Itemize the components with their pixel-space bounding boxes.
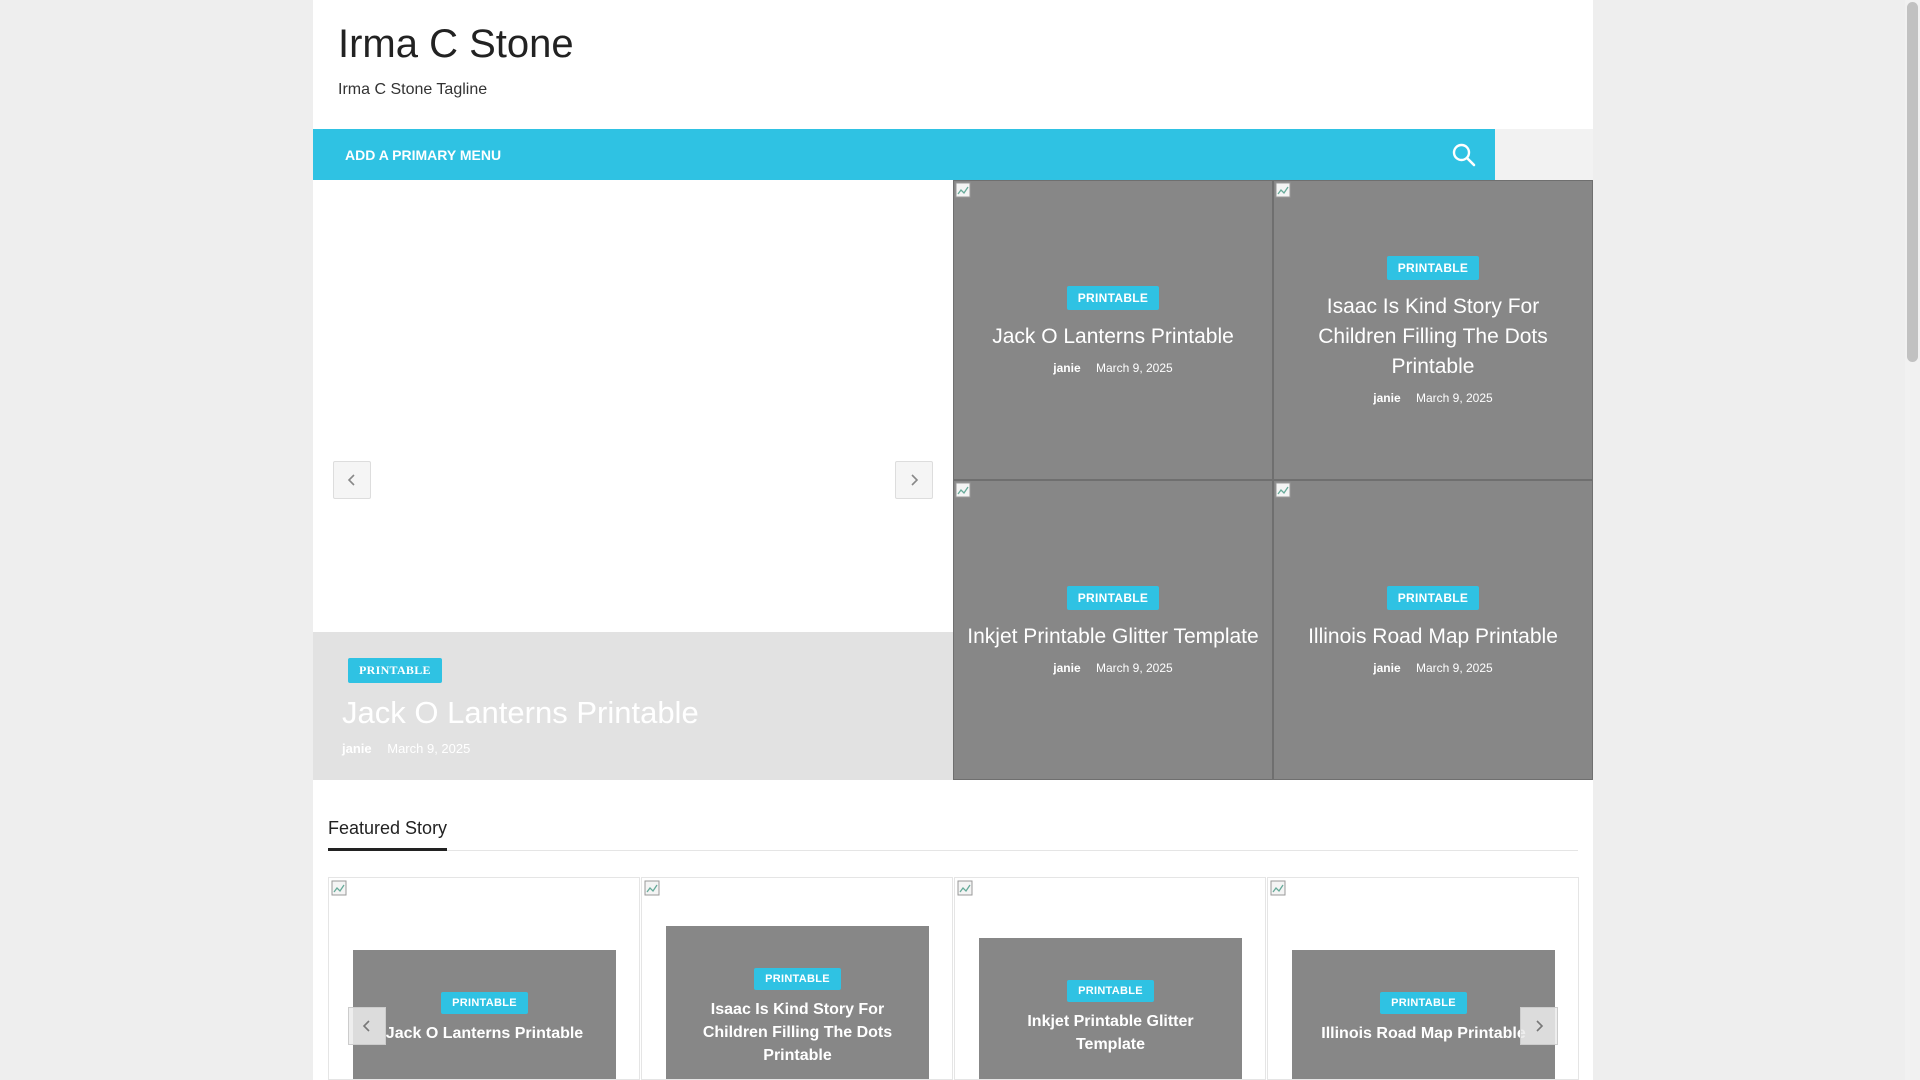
- featured-card-3[interactable]: PRINTABLE Inkjet Printable Glitter Templ…: [954, 877, 1266, 1080]
- chevron-right-icon: [1536, 1020, 1544, 1032]
- featured-card-4[interactable]: PRINTABLE Illinois Road Map Printable: [1267, 877, 1579, 1080]
- category-badge[interactable]: PRINTABLE: [441, 992, 528, 1014]
- post-date[interactable]: March 9, 2025: [387, 741, 470, 756]
- post-date[interactable]: March 9, 2025: [1416, 661, 1493, 675]
- category-badge[interactable]: PRINTABLE: [1386, 255, 1480, 280]
- post-title[interactable]: Jack O Lanterns Printable: [992, 322, 1234, 352]
- slider-category: PRINTABLE: [348, 658, 442, 683]
- post-date[interactable]: March 9, 2025: [1096, 361, 1173, 375]
- featured-card-1[interactable]: PRINTABLE Jack O Lanterns Printable: [328, 877, 640, 1080]
- post-title[interactable]: Jack O Lanterns Printable: [367, 1022, 602, 1045]
- featured-panel: PRINTABLE Jack O Lanterns Printable: [353, 950, 616, 1079]
- post-meta: janie March 9, 2025: [1373, 391, 1492, 405]
- broken-image-icon: [1270, 880, 1286, 896]
- broken-image-icon: [644, 880, 660, 896]
- featured-next-button[interactable]: [1520, 1007, 1558, 1045]
- scrollbar-thumb[interactable]: [1907, 2, 1918, 362]
- category-badge[interactable]: PRINTABLE: [1066, 285, 1160, 310]
- slider-next-button[interactable]: [895, 461, 933, 499]
- category-badge[interactable]: PRINTABLE: [348, 658, 442, 683]
- post-title[interactable]: Illinois Road Map Printable: [1306, 1022, 1541, 1045]
- post-title[interactable]: Isaac Is Kind Story For Children Filling…: [1286, 292, 1580, 382]
- search-icon[interactable]: [1451, 142, 1477, 168]
- navbar-filler: [1495, 129, 1593, 180]
- featured-panel: PRINTABLE Inkjet Printable Glitter Templ…: [979, 938, 1242, 1079]
- post-date[interactable]: March 9, 2025: [1416, 391, 1493, 405]
- category-badge[interactable]: PRINTABLE: [1066, 585, 1160, 610]
- page-container: Irma C Stone Irma C Stone Tagline ADD A …: [313, 0, 1593, 1080]
- post-meta: janie March 9, 2025: [1053, 661, 1172, 675]
- heading-underline: [328, 848, 447, 851]
- post-date[interactable]: March 9, 2025: [1096, 661, 1173, 675]
- chevron-right-icon: [911, 474, 919, 486]
- category-badge[interactable]: PRINTABLE: [1386, 585, 1480, 610]
- post-title[interactable]: Inkjet Printable Glitter Template: [967, 622, 1258, 652]
- category-badge[interactable]: PRINTABLE: [1380, 992, 1467, 1014]
- post-author[interactable]: janie: [342, 741, 372, 756]
- section-divider: [328, 850, 1578, 851]
- broken-image-icon: [957, 880, 973, 896]
- category-badge[interactable]: PRINTABLE: [1067, 980, 1154, 1002]
- chevron-left-icon: [347, 474, 355, 486]
- primary-navbar: ADD A PRIMARY MENU: [313, 129, 1495, 180]
- post-title[interactable]: Isaac Is Kind Story For Children Filling…: [680, 998, 915, 1067]
- grid-post-1[interactable]: PRINTABLE Jack O Lanterns Printable jani…: [953, 180, 1273, 480]
- grid-post-4[interactable]: PRINTABLE Illinois Road Map Printable ja…: [1273, 480, 1593, 780]
- post-meta: janie March 9, 2025: [1053, 361, 1172, 375]
- site-title[interactable]: Irma C Stone: [338, 22, 574, 67]
- featured-heading: Featured Story: [328, 818, 448, 838]
- featured-card-2[interactable]: PRINTABLE Isaac Is Kind Story For Childr…: [641, 877, 953, 1080]
- post-title[interactable]: Inkjet Printable Glitter Template: [993, 1010, 1228, 1056]
- featured-panel: PRINTABLE Illinois Road Map Printable: [1292, 950, 1555, 1079]
- add-primary-menu-link[interactable]: ADD A PRIMARY MENU: [345, 147, 501, 163]
- grid-post-3[interactable]: PRINTABLE Inkjet Printable Glitter Templ…: [953, 480, 1273, 780]
- slider-meta: janie March 9, 2025: [342, 741, 470, 756]
- slider-prev-button[interactable]: [333, 461, 371, 499]
- slider-title[interactable]: Jack O Lanterns Printable: [342, 695, 699, 731]
- post-author[interactable]: janie: [1053, 361, 1080, 375]
- grid-post-2[interactable]: PRINTABLE Isaac Is Kind Story For Childr…: [1273, 180, 1593, 480]
- broken-image-icon: [331, 880, 347, 896]
- post-meta: janie March 9, 2025: [1373, 661, 1492, 675]
- post-author[interactable]: janie: [1373, 391, 1400, 405]
- chevron-left-icon: [362, 1020, 370, 1032]
- featured-panel: PRINTABLE Isaac Is Kind Story For Childr…: [666, 926, 929, 1079]
- post-title[interactable]: Illinois Road Map Printable: [1308, 622, 1558, 652]
- site-tagline: Irma C Stone Tagline: [338, 81, 488, 98]
- post-author[interactable]: janie: [1053, 661, 1080, 675]
- post-author[interactable]: janie: [1373, 661, 1400, 675]
- featured-prev-button[interactable]: [348, 1007, 386, 1045]
- category-badge[interactable]: PRINTABLE: [754, 968, 841, 990]
- main-slider: PRINTABLE Jack O Lanterns Printable jani…: [313, 180, 953, 780]
